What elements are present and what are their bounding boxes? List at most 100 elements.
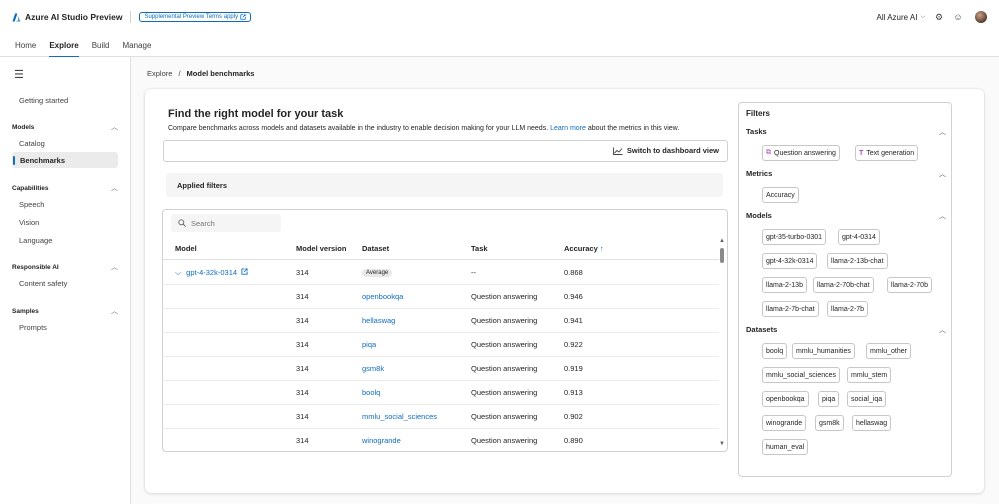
dataset-link[interactable]: gsm8k xyxy=(362,364,384,373)
sidebar-item-getting-started[interactable]: Getting started xyxy=(19,96,68,105)
filter-chip-text-generation[interactable]: T Text generation xyxy=(855,145,919,161)
table-row[interactable]: 314 piqa Question answering 0.922 xyxy=(163,333,719,357)
dataset-cell: mmlu_social_sciences xyxy=(362,412,437,421)
sidebar-section-capabilities[interactable]: Capabilities ︿ xyxy=(12,183,118,193)
sidebar-item-benchmarks[interactable]: Benchmarks xyxy=(12,152,118,168)
filter-chip-dataset[interactable]: social_iqa xyxy=(847,391,887,407)
dataset-link[interactable]: openbookqa xyxy=(362,292,403,301)
filter-chip-model[interactable]: gpt-35-turbo-0301 xyxy=(762,229,827,245)
filter-chip-question-answering[interactable]: ⧉ Question answering xyxy=(762,145,840,161)
filter-chip-model[interactable]: llama-2-70b-chat xyxy=(813,277,874,293)
scope-selector[interactable]: All Azure AI ⌵ xyxy=(877,13,925,22)
column-header-task[interactable]: Task xyxy=(471,244,488,253)
sidebar-item-content-safety[interactable]: Content safety xyxy=(19,279,67,288)
filter-chip-dataset[interactable]: mmlu_stem xyxy=(847,367,892,383)
tab-manage[interactable]: Manage xyxy=(122,34,151,57)
chevron-down-icon[interactable]: ⌵ xyxy=(175,268,181,277)
filter-chip-dataset[interactable]: gsm8k xyxy=(815,415,844,431)
table-row[interactable]: 314 openbookqa Question answering 0.946 xyxy=(163,285,719,309)
hamburger-menu-icon[interactable]: ☰ xyxy=(14,68,24,81)
filter-section-datasets[interactable]: Datasets ︿ xyxy=(746,325,946,335)
column-header-model-version[interactable]: Model version xyxy=(296,244,346,253)
filter-chip-model[interactable]: gpt-4-32k-0314 xyxy=(762,253,818,269)
filter-chip-accuracy[interactable]: Accuracy xyxy=(762,187,799,203)
filter-chip-dataset[interactable]: mmlu_other xyxy=(866,343,911,359)
chevron-up-icon: ︿ xyxy=(939,327,946,334)
column-header-accuracy[interactable]: Accuracy ↑ xyxy=(564,244,604,253)
preview-terms-badge[interactable]: Supplemental Preview Terms apply xyxy=(139,12,252,22)
filters-panel: Filters Tasks ︿ ⧉ Question answering T T… xyxy=(738,102,952,477)
filter-chip-dataset[interactable]: piqa xyxy=(818,391,840,407)
sort-ascending-icon: ↑ xyxy=(599,244,604,253)
dataset-link[interactable]: mmlu_social_sciences xyxy=(362,412,437,421)
dataset-link[interactable]: piqa xyxy=(362,340,376,349)
breadcrumb-explore[interactable]: Explore xyxy=(147,69,172,78)
switch-to-dashboard-button[interactable]: Switch to dashboard view xyxy=(612,146,719,155)
model-link[interactable]: gpt-4-32k-0314 xyxy=(186,268,237,277)
filter-chip-model[interactable]: llama-2-70b xyxy=(887,277,932,293)
filter-section-label: Metrics xyxy=(746,169,773,178)
open-in-new-icon[interactable] xyxy=(241,268,248,275)
tab-build[interactable]: Build xyxy=(92,34,110,57)
model-cell: ⌵ gpt-4-32k-0314 xyxy=(175,268,248,278)
external-link-icon xyxy=(240,14,246,20)
table-row[interactable]: 314 hellaswag Question answering 0.941 xyxy=(163,309,719,333)
table-row[interactable]: 314 winogrande Question answering 0.890 xyxy=(163,429,719,451)
benchmarks-table-panel: Model Model version Dataset Task Accurac… xyxy=(162,209,728,452)
feedback-smiley-icon[interactable]: ☺ xyxy=(953,12,963,22)
sidebar-item-catalog[interactable]: Catalog xyxy=(19,139,45,148)
description-text: Compare benchmarks across models and dat… xyxy=(168,125,549,132)
sidebar-item-speech[interactable]: Speech xyxy=(19,200,44,209)
filter-chip-dataset[interactable]: human_eval xyxy=(762,439,809,455)
sidebar-item-language[interactable]: Language xyxy=(19,236,52,245)
sidebar-item-vision[interactable]: Vision xyxy=(19,218,39,227)
learn-more-link[interactable]: Learn more xyxy=(550,125,586,132)
search-input[interactable] xyxy=(191,218,271,228)
dataset-link[interactable]: hellaswag xyxy=(362,316,395,325)
task-cell: Question answering xyxy=(471,436,538,445)
tab-explore[interactable]: Explore xyxy=(49,34,80,58)
scroll-down-arrow-icon[interactable]: ▼ xyxy=(719,441,725,447)
column-header-accuracy-label: Accuracy xyxy=(564,244,598,253)
table-row[interactable]: 314 gsm8k Question answering 0.919 xyxy=(163,357,719,381)
filter-chip-dataset[interactable]: openbookqa xyxy=(762,391,809,407)
gear-icon[interactable]: ⚙ xyxy=(934,12,944,22)
column-header-dataset[interactable]: Dataset xyxy=(362,244,389,253)
filter-chip-dataset[interactable]: hellaswag xyxy=(852,415,892,431)
filter-section-models[interactable]: Models ︿ xyxy=(746,211,946,221)
chip-label: Text generation xyxy=(866,149,915,157)
filter-chip-dataset[interactable]: mmlu_social_sciences xyxy=(762,367,841,383)
task-cell: Question answering xyxy=(471,388,538,397)
accuracy-cell: 0.913 xyxy=(564,388,583,397)
scope-label: All Azure AI xyxy=(876,12,918,22)
filter-chip-model[interactable]: llama-2-13b xyxy=(762,277,807,293)
sidebar-section-responsible-ai[interactable]: Responsible AI ︿ xyxy=(12,262,118,272)
tab-home[interactable]: Home xyxy=(15,34,36,57)
filter-chip-dataset[interactable]: boolq xyxy=(762,343,788,359)
sidebar-item-prompts[interactable]: Prompts xyxy=(19,323,47,332)
sidebar: ☰ Getting started Models ︿ Catalog Bench… xyxy=(0,57,131,504)
table-row[interactable]: 314 mmlu_social_sciences Question answer… xyxy=(163,405,719,429)
filter-chip-model[interactable]: llama-2-13b-chat xyxy=(827,253,888,269)
column-header-model[interactable]: Model xyxy=(175,244,197,253)
version-cell: 314 xyxy=(296,268,309,277)
benchmarks-card: Find the right model for your task Compa… xyxy=(145,89,984,493)
filter-chip-model[interactable]: gpt-4-0314 xyxy=(838,229,880,245)
filter-section-tasks[interactable]: Tasks ︿ xyxy=(746,127,946,137)
scroll-up-arrow-icon[interactable]: ▲ xyxy=(719,238,725,244)
dataset-link[interactable]: boolq xyxy=(362,388,380,397)
filter-section-metrics[interactable]: Metrics ︿ xyxy=(746,169,946,179)
filter-chip-dataset[interactable]: mmlu_humanities xyxy=(792,343,855,359)
filter-chip-model[interactable]: llama-2-7b xyxy=(827,301,869,317)
table-row[interactable]: 314 boolq Question answering 0.913 xyxy=(163,381,719,405)
dataset-cell: gsm8k xyxy=(362,364,384,373)
table-row[interactable]: ⌵ gpt-4-32k-0314 314 Average -- 0.868 xyxy=(163,261,719,285)
dataset-link[interactable]: winogrande xyxy=(362,436,401,445)
sidebar-section-samples[interactable]: Samples ︿ xyxy=(12,306,118,316)
scroll-thumb[interactable] xyxy=(720,248,724,263)
table-scrollbar[interactable]: ▲ ▼ xyxy=(719,238,725,448)
sidebar-section-models[interactable]: Models ︿ xyxy=(12,122,118,132)
filter-chip-dataset[interactable]: winogrande xyxy=(762,415,807,431)
filter-chip-model[interactable]: llama-2-7b-chat xyxy=(762,301,819,317)
user-avatar[interactable] xyxy=(975,11,987,23)
